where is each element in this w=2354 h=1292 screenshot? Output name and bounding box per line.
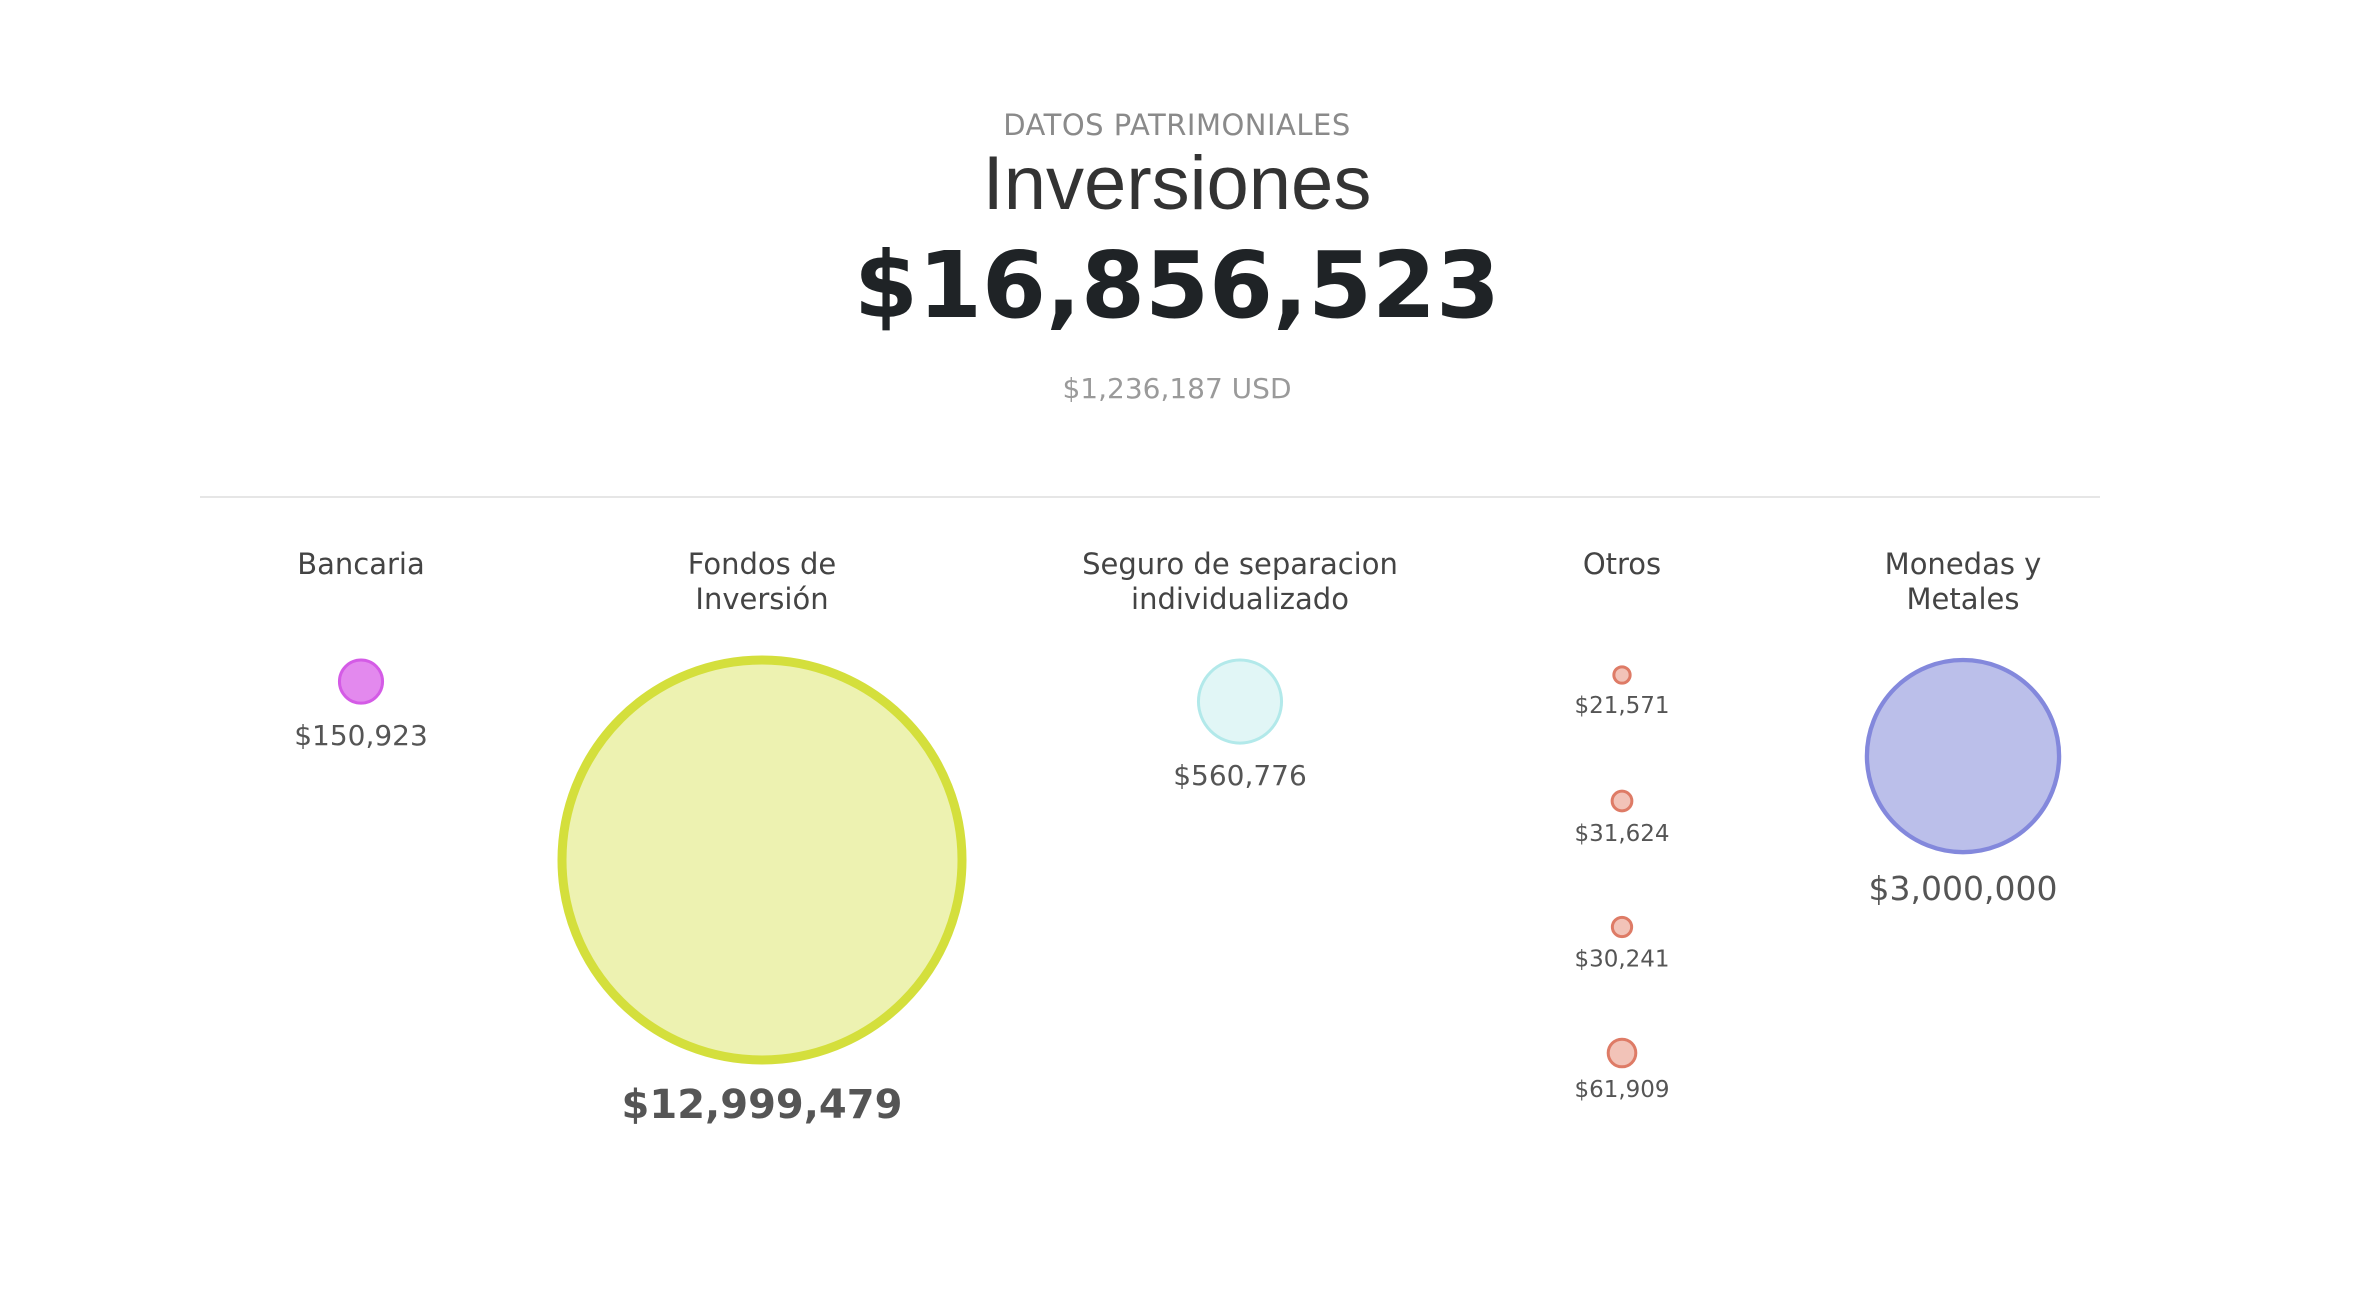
category-label-monedas-y-metales: Monedas y <box>1885 547 2042 581</box>
value-label-otros-4: $61,909 <box>1574 1077 1669 1103</box>
bubble-fondos-de-inversion[interactable] <box>557 655 967 1065</box>
value-label-fondos-de-inversion: $12,999,479 <box>622 1082 903 1128</box>
value-label-otros-2: $31,624 <box>1574 821 1669 847</box>
value-label-monedas-y-metales: $3,000,000 <box>1869 869 2058 908</box>
value-label-otros-1: $21,571 <box>1574 693 1669 719</box>
category-label-bancaria: Bancaria <box>297 547 425 581</box>
value-label-otros-3: $30,241 <box>1574 947 1669 973</box>
bubble-otros-3[interactable] <box>1610 915 1634 939</box>
value-label-seguro-de-separacion-individualizado: $560,776 <box>1173 759 1307 792</box>
bubble-bancaria[interactable] <box>337 658 385 705</box>
category-label-seguro-de-separacion-individualizado: Seguro de separacion <box>1082 547 1398 581</box>
bubble-otros-2[interactable] <box>1610 789 1634 813</box>
bubble-seguro-de-separacion-individualizado[interactable] <box>1196 658 1284 745</box>
category-label-seguro-de-separacion-individualizado: individualizado <box>1131 582 1349 616</box>
category-label-fondos-de-inversion: Inversión <box>695 582 828 616</box>
bubble-monedas-y-metales[interactable] <box>1864 657 2062 855</box>
category-label-otros: Otros <box>1583 547 1661 581</box>
value-label-bancaria: $150,923 <box>294 719 428 752</box>
bubble-otros-1[interactable] <box>1612 665 1632 685</box>
bubble-otros-4[interactable] <box>1606 1037 1638 1069</box>
category-label-fondos-de-inversion: Fondos de <box>688 547 837 581</box>
category-label-monedas-y-metales: Metales <box>1906 582 2019 616</box>
investments-bubble-chart: Bancaria $150,923 Fondos deInversión $12,99… <box>294 547 2062 1128</box>
